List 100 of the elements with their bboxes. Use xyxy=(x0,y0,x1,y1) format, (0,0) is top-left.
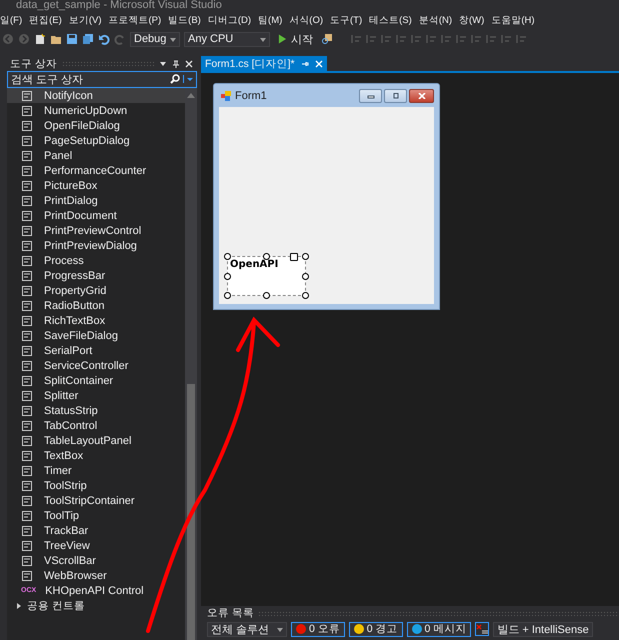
toolbox-item[interactable]: PictureBox xyxy=(7,178,185,193)
resize-handle[interactable] xyxy=(263,292,270,299)
dropdown-icon[interactable] xyxy=(159,60,167,68)
caret-icon xyxy=(260,38,266,42)
menu-item[interactable]: 디버그(D) xyxy=(208,14,252,26)
pin-icon[interactable] xyxy=(172,60,180,68)
scope-dropdown[interactable]: 전체 솔루션 xyxy=(207,622,287,636)
toolbox-item[interactable]: Process xyxy=(7,253,185,268)
toolbox-item[interactable]: TrackBar xyxy=(7,523,185,538)
menu-item[interactable]: 창(W) xyxy=(459,14,484,26)
maximize-button[interactable] xyxy=(384,88,407,102)
toolbox-item[interactable]: OpenFileDialog xyxy=(7,118,185,133)
toolbox-item[interactable]: SerialPort xyxy=(7,343,185,358)
caret-icon xyxy=(277,628,283,632)
control-icon xyxy=(21,570,33,582)
toolbox-item[interactable]: ToolTip xyxy=(7,508,185,523)
resize-handle[interactable] xyxy=(263,253,270,260)
menu-item[interactable]: 분석(N) xyxy=(418,14,452,26)
resize-handle[interactable] xyxy=(224,273,231,280)
toolbox-item[interactable]: RadioButton xyxy=(7,298,185,313)
search-field[interactable]: 검색 도구 상자 xyxy=(7,71,197,88)
resize-handle[interactable] xyxy=(302,273,309,280)
find-icon[interactable] xyxy=(321,33,333,45)
new-project-icon[interactable] xyxy=(34,33,46,45)
toolbox-item[interactable]: PageSetupDialog xyxy=(7,133,185,148)
filter-button[interactable]: 0 오류 xyxy=(291,622,345,636)
toolbox-item[interactable]: WebBrowser xyxy=(7,568,185,583)
control-icon xyxy=(21,210,33,222)
toolbox-item[interactable]: Timer xyxy=(7,463,185,478)
toolbox-item[interactable]: TabControl xyxy=(7,418,185,433)
resize-handle[interactable] xyxy=(224,292,231,299)
control-icon xyxy=(21,104,33,116)
close-icon[interactable] xyxy=(185,60,193,68)
filter-button[interactable]: 0 메시지 xyxy=(406,622,472,636)
resize-handle[interactable] xyxy=(302,253,309,260)
start-button[interactable]: 시작 xyxy=(274,32,317,46)
menu-item[interactable]: 보기(V) xyxy=(68,14,102,26)
configuration-dropdown[interactable]: Debug xyxy=(130,32,180,46)
resize-handle[interactable] xyxy=(302,292,309,299)
toolbox-item[interactable]: StatusStrip xyxy=(7,403,185,418)
toolbox-item[interactable]: PrintDialog xyxy=(7,193,185,208)
window-title: data_get_sample - Microsoft Visual Studio xyxy=(16,0,222,11)
search-icon[interactable] xyxy=(170,74,180,84)
toolbox-item[interactable]: Splitter xyxy=(7,388,185,403)
scrollbar-thumb[interactable] xyxy=(187,384,195,640)
menu-item[interactable]: 일(F) xyxy=(0,14,22,26)
toolbox-item[interactable]: PrintDocument xyxy=(7,208,185,223)
menu-item[interactable]: 팀(M) xyxy=(258,14,282,26)
menu-item[interactable]: 도움말(H) xyxy=(491,14,535,26)
save-icon[interactable] xyxy=(66,33,78,45)
menu-item[interactable]: 프로젝트(P) xyxy=(108,14,162,26)
control-icon xyxy=(21,420,33,432)
control-icon xyxy=(21,480,33,492)
filter-button[interactable]: 0 경고 xyxy=(348,622,403,636)
toolbox-item[interactable]: NumericUpDown xyxy=(7,103,185,118)
toolbox-item[interactable]: SaveFileDialog xyxy=(7,328,185,343)
menu-item[interactable]: 서식(O) xyxy=(289,14,323,26)
toolbox-item[interactable]: TextBox xyxy=(7,448,185,463)
toolbox-item[interactable]: PropertyGrid xyxy=(7,283,185,298)
control-icon xyxy=(21,390,33,402)
form-window[interactable]: Form1 OpenAPI xyxy=(213,83,440,310)
toolbox-title: 도구 상자 xyxy=(10,56,57,70)
minimize-button[interactable] xyxy=(359,88,382,102)
menu-item[interactable]: 빌드(B) xyxy=(168,14,201,26)
openapi-control[interactable]: OpenAPI xyxy=(227,256,306,296)
dropdown-icon[interactable] xyxy=(183,75,196,83)
toolbox-item[interactable]: TableLayoutPanel xyxy=(7,433,185,448)
control-icon xyxy=(21,314,33,326)
toolbox-item[interactable]: PrintPreviewDialog xyxy=(7,238,185,253)
toolbox-item[interactable]: ToolStrip xyxy=(7,478,185,493)
folder-icon[interactable] xyxy=(50,33,62,45)
toolbox-item[interactable]: RichTextBox xyxy=(7,313,185,328)
save-all-icon[interactable] xyxy=(82,33,94,45)
control-icon xyxy=(21,180,33,192)
control-icon xyxy=(21,540,33,552)
toolbox-item[interactable]: SplitContainer xyxy=(7,373,185,388)
toolbox-item[interactable]: PerformanceCounter xyxy=(7,163,185,178)
toolbox-item[interactable]: TreeView xyxy=(7,538,185,553)
toolbox-item[interactable]: PrintPreviewControl xyxy=(7,223,185,238)
source-dropdown[interactable]: 빌드 + IntelliSense xyxy=(493,622,593,636)
menu-item[interactable]: 테스트(S) xyxy=(369,14,412,26)
toolbox-item[interactable]: VScrollBar xyxy=(7,553,185,568)
toolbox-group[interactable]: 공용 컨트롤 xyxy=(7,598,185,613)
control-icon xyxy=(21,434,33,446)
menu-item[interactable]: 도구(T) xyxy=(330,14,362,26)
undo-icon[interactable] xyxy=(98,33,110,45)
resize-handle[interactable] xyxy=(224,253,231,260)
smart-tag-icon[interactable] xyxy=(290,253,298,261)
toolbox-item[interactable]: ToolStripContainer xyxy=(7,493,185,508)
platform-dropdown[interactable]: Any CPU xyxy=(184,32,270,46)
toolbox-item[interactable]: ServiceController xyxy=(7,358,185,373)
toolbox-item[interactable]: NotifyIcon xyxy=(7,88,185,103)
control-icon xyxy=(21,90,33,102)
toolbox-item[interactable]: Panel xyxy=(7,148,185,163)
control-icon xyxy=(21,494,33,506)
close-button[interactable] xyxy=(409,88,434,102)
control-icon xyxy=(21,194,33,206)
toolbox-item[interactable]: ProgressBar xyxy=(7,268,185,283)
menu-item[interactable]: 편집(E) xyxy=(29,14,62,26)
filter-icon[interactable] xyxy=(475,622,490,636)
